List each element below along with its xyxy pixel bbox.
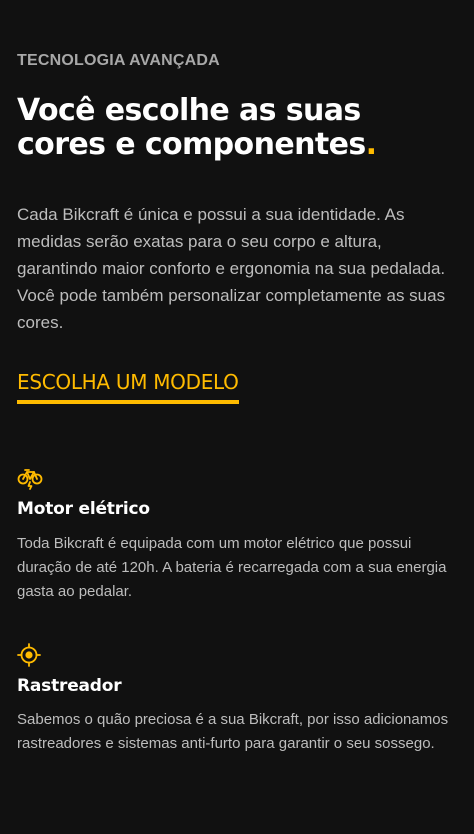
electric-bike-icon	[17, 469, 43, 490]
section-title-line2: cores e componentes	[17, 127, 366, 162]
feature-text-motor: Toda Bikcraft é equipada com um motor el…	[17, 535, 447, 600]
choose-model-link[interactable]: ESCOLHA UM MODELO	[17, 370, 239, 404]
feature-title-tracker: Rastreador	[17, 676, 122, 696]
section-description: Cada Bikcraft é única e possui a sua ide…	[17, 205, 446, 332]
feature-text-tracker: Sabemos o quão preciosa é a sua Bikcraft…	[17, 711, 449, 752]
tracker-target-icon	[17, 643, 41, 667]
feature-title-motor: Motor elétrico	[17, 499, 150, 519]
section-title: Você escolhe as suas cores e componentes.	[17, 94, 457, 162]
section-eyebrow: TECNOLOGIA AVANÇADA	[17, 52, 220, 69]
title-accent-dot: .	[365, 127, 377, 162]
section-title-line1: Você escolhe as suas	[17, 93, 361, 128]
